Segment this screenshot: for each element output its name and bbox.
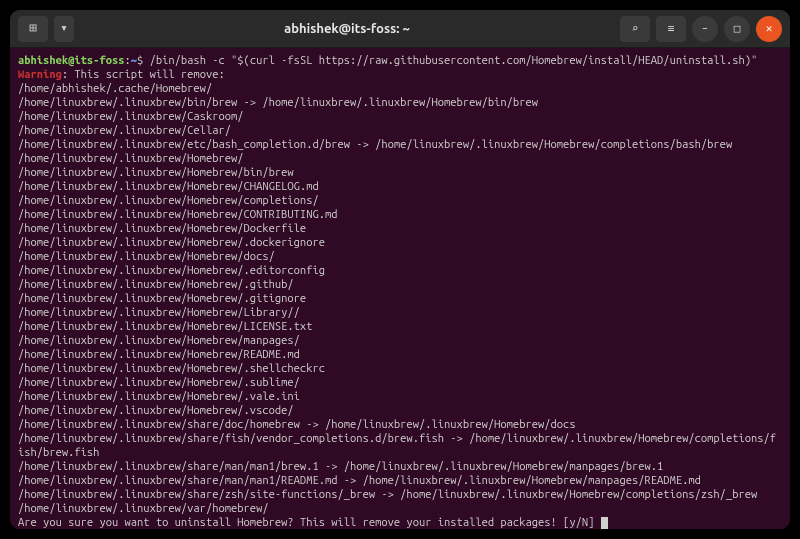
output-line: /home/linuxbrew/.linuxbrew/share/doc/hom… xyxy=(18,418,782,432)
search-icon: ⌕ xyxy=(632,22,639,35)
tab-dropdown-button[interactable]: ▾ xyxy=(54,16,74,42)
minimize-button[interactable]: – xyxy=(692,16,718,42)
output-line: /home/linuxbrew/.linuxbrew/Homebrew/.doc… xyxy=(18,236,782,250)
output-line: /home/linuxbrew/.linuxbrew/Homebrew/comp… xyxy=(18,194,782,208)
prompt-dollar: $ xyxy=(137,55,150,67)
hamburger-icon: ≡ xyxy=(668,22,675,35)
titlebar-right: ⌕ ≡ – □ ✕ xyxy=(620,16,782,42)
output-line: /home/linuxbrew/.linuxbrew/Homebrew/docs… xyxy=(18,250,782,264)
output-line: /home/linuxbrew/.linuxbrew/Homebrew/READ… xyxy=(18,348,782,362)
maximize-icon: □ xyxy=(734,22,741,35)
output-line: /home/linuxbrew/.linuxbrew/share/zsh/sit… xyxy=(18,488,782,502)
chevron-down-icon: ▾ xyxy=(60,21,68,36)
close-button[interactable]: ✕ xyxy=(756,16,782,42)
new-tab-icon: ⊞ xyxy=(29,21,37,36)
confirm-line: Are you sure you want to uninstall Homeb… xyxy=(18,516,782,529)
close-icon: ✕ xyxy=(766,22,773,35)
prompt-user-host: abhishek@its-foss xyxy=(18,55,125,67)
minimize-icon: – xyxy=(702,23,708,35)
maximize-button[interactable]: □ xyxy=(724,16,750,42)
output-line: /home/linuxbrew/.linuxbrew/Homebrew/.git… xyxy=(18,278,782,292)
new-tab-button[interactable]: ⊞ xyxy=(18,16,48,42)
output-line: /home/linuxbrew/.linuxbrew/Homebrew/.git… xyxy=(18,292,782,306)
output-line: /home/linuxbrew/.linuxbrew/Homebrew/bin/… xyxy=(18,166,782,180)
output-line: /home/linuxbrew/.linuxbrew/etc/bash_comp… xyxy=(18,138,782,152)
output-line: /home/linuxbrew/.linuxbrew/Homebrew/.val… xyxy=(18,390,782,404)
output-line: /home/linuxbrew/.linuxbrew/Homebrew/LICE… xyxy=(18,320,782,334)
window-title: abhishek@its-foss: ~ xyxy=(80,22,614,36)
output-line: /home/abhishek/.cache/Homebrew/ xyxy=(18,82,782,96)
confirm-text: Are you sure you want to uninstall Homeb… xyxy=(18,517,601,529)
prompt-line: abhishek@its-foss:~$ /bin/bash -c "$(cur… xyxy=(18,54,782,68)
output-line: /home/linuxbrew/.linuxbrew/Homebrew/.sub… xyxy=(18,376,782,390)
warning-label: Warning xyxy=(18,69,62,81)
menu-button[interactable]: ≡ xyxy=(656,16,686,42)
warning-text: : This script will remove: xyxy=(62,69,225,81)
output-line: /home/linuxbrew/.linuxbrew/share/man/man… xyxy=(18,474,782,488)
output-line: /home/linuxbrew/.linuxbrew/Homebrew/CONT… xyxy=(18,208,782,222)
output-line: /home/linuxbrew/.linuxbrew/Homebrew/Dock… xyxy=(18,222,782,236)
output-line: /home/linuxbrew/.linuxbrew/Homebrew/manp… xyxy=(18,334,782,348)
output-line: /home/linuxbrew/.linuxbrew/bin/brew -> /… xyxy=(18,96,782,110)
titlebar: ⊞ ▾ abhishek@its-foss: ~ ⌕ ≡ – □ ✕ xyxy=(10,10,790,48)
file-list: /home/abhishek/.cache/Homebrew//home/lin… xyxy=(18,82,782,516)
terminal-body[interactable]: abhishek@its-foss:~$ /bin/bash -c "$(cur… xyxy=(10,48,790,529)
warning-line: Warning: This script will remove: xyxy=(18,68,782,82)
output-line: /home/linuxbrew/.linuxbrew/Homebrew/CHAN… xyxy=(18,180,782,194)
output-line: /home/linuxbrew/.linuxbrew/Homebrew/Libr… xyxy=(18,306,782,320)
output-line: /home/linuxbrew/.linuxbrew/share/fish/ve… xyxy=(18,432,782,460)
output-line: /home/linuxbrew/.linuxbrew/Homebrew/.edi… xyxy=(18,264,782,278)
output-line: /home/linuxbrew/.linuxbrew/Homebrew/.vsc… xyxy=(18,404,782,418)
terminal-window: ⊞ ▾ abhishek@its-foss: ~ ⌕ ≡ – □ ✕ abhis… xyxy=(10,10,790,529)
output-line: /home/linuxbrew/.linuxbrew/Homebrew/.she… xyxy=(18,362,782,376)
cursor xyxy=(601,517,608,529)
output-line: /home/linuxbrew/.linuxbrew/Cellar/ xyxy=(18,124,782,138)
output-line: /home/linuxbrew/.linuxbrew/var/homebrew/ xyxy=(18,502,782,516)
search-button[interactable]: ⌕ xyxy=(620,16,650,42)
titlebar-left: ⊞ ▾ xyxy=(18,16,74,42)
output-line: /home/linuxbrew/.linuxbrew/Homebrew/ xyxy=(18,152,782,166)
command-text: /bin/bash -c "$(curl -fsSL https://raw.g… xyxy=(150,55,758,67)
output-line: /home/linuxbrew/.linuxbrew/Caskroom/ xyxy=(18,110,782,124)
output-line: /home/linuxbrew/.linuxbrew/share/man/man… xyxy=(18,460,782,474)
